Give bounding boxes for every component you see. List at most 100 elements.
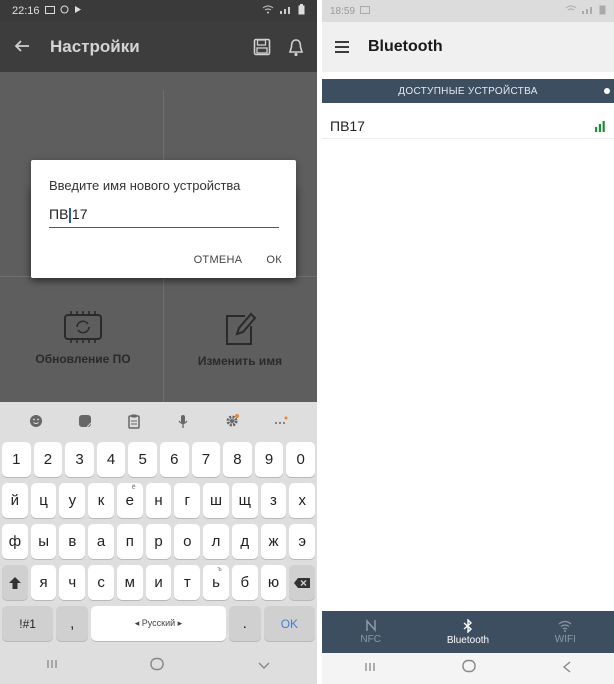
rename-tile[interactable]: Изменить имя bbox=[160, 310, 317, 368]
key[interactable]: о bbox=[174, 524, 201, 559]
key[interactable]: 8 bbox=[223, 442, 252, 477]
status-bar: 18:59 bbox=[322, 0, 614, 22]
firmware-chip-icon bbox=[64, 311, 102, 343]
clipboard-icon[interactable] bbox=[122, 409, 146, 433]
key[interactable]: и bbox=[145, 565, 172, 600]
nav-item-nfc[interactable]: NFC bbox=[331, 619, 411, 645]
key[interactable]: 3 bbox=[65, 442, 94, 477]
recents-icon[interactable] bbox=[46, 657, 58, 675]
key-char: ь bbox=[212, 574, 220, 591]
app-bar: Bluetooth bbox=[322, 22, 614, 72]
right-phone-screen: 18:59 Bluetooth ДОСТУПНЫЕ УСТРОЙСТВА ПВ1… bbox=[322, 0, 614, 684]
emoji-icon[interactable] bbox=[24, 409, 48, 433]
shift-key[interactable] bbox=[2, 565, 28, 600]
nfc-icon bbox=[365, 619, 376, 632]
key[interactable]: ч bbox=[59, 565, 86, 600]
key[interactable]: к bbox=[88, 483, 114, 518]
input-text-before-caret: ПВ bbox=[49, 206, 69, 222]
nav-item-wifi[interactable]: WIFI bbox=[525, 620, 605, 645]
key[interactable]: х bbox=[289, 483, 316, 518]
back-arrow-icon[interactable] bbox=[4, 37, 40, 58]
key[interactable]: д bbox=[231, 524, 258, 559]
gallery-icon bbox=[44, 5, 55, 17]
tab-label: ДОСТУПНЫЕ УСТРОЙСТВА bbox=[398, 85, 538, 97]
tile-label: Изменить имя bbox=[197, 354, 283, 368]
bell-icon[interactable] bbox=[283, 34, 309, 60]
key[interactable]: э bbox=[289, 524, 316, 559]
device-name-input[interactable]: ПВ 17 bbox=[49, 204, 279, 228]
signal-strength-icon bbox=[595, 120, 605, 132]
more-options-icon[interactable] bbox=[269, 409, 293, 433]
nav-item-bluetooth[interactable]: Bluetooth bbox=[428, 618, 508, 646]
key[interactable]: ц bbox=[30, 483, 57, 518]
key[interactable]: 4 bbox=[96, 442, 126, 477]
text-caret bbox=[69, 207, 71, 223]
key-with-alt[interactable]: ъь bbox=[203, 565, 229, 600]
key[interactable]: ж bbox=[260, 524, 287, 559]
system-nav-bar bbox=[0, 648, 317, 684]
sticker-icon[interactable] bbox=[73, 409, 97, 433]
hamburger-menu-icon[interactable] bbox=[322, 41, 362, 53]
key[interactable]: з bbox=[260, 483, 287, 518]
key[interactable]: 6 bbox=[159, 442, 189, 477]
key[interactable]: у bbox=[59, 483, 86, 518]
key[interactable]: л bbox=[203, 524, 229, 559]
ok-button[interactable]: ОК bbox=[266, 254, 282, 266]
key[interactable]: п bbox=[116, 524, 143, 559]
available-devices-tab[interactable]: ДОСТУПНЫЕ УСТРОЙСТВА bbox=[322, 79, 614, 103]
microphone-icon[interactable] bbox=[171, 409, 195, 433]
key[interactable]: 0 bbox=[286, 442, 315, 477]
key[interactable]: ы bbox=[30, 524, 57, 559]
save-icon[interactable] bbox=[249, 34, 275, 60]
space-key[interactable]: ◂ Русский ▸ bbox=[91, 606, 226, 641]
left-phone-screen: 22:16 Настройки Обновление ПО Изменить и… bbox=[0, 0, 317, 684]
wifi-icon bbox=[558, 620, 572, 632]
period-key[interactable]: . bbox=[228, 606, 261, 641]
symbols-key[interactable]: !#1 bbox=[2, 606, 54, 641]
key[interactable]: ш bbox=[203, 483, 229, 518]
dialog-title: Введите имя нового устройства bbox=[49, 178, 241, 193]
status-time: 18:59 bbox=[330, 5, 356, 17]
key[interactable]: р bbox=[145, 524, 172, 559]
back-icon[interactable] bbox=[562, 660, 572, 678]
home-icon[interactable] bbox=[461, 659, 477, 678]
hide-keyboard-icon[interactable] bbox=[257, 657, 271, 675]
home-icon[interactable] bbox=[149, 657, 165, 676]
key[interactable]: н bbox=[145, 483, 172, 518]
device-name: ПВ17 bbox=[330, 117, 365, 134]
key[interactable]: м bbox=[116, 565, 143, 600]
key[interactable]: с bbox=[88, 565, 114, 600]
key[interactable]: 2 bbox=[33, 442, 63, 477]
key[interactable]: г bbox=[174, 483, 201, 518]
key[interactable]: 5 bbox=[128, 442, 157, 477]
key[interactable]: й bbox=[2, 483, 28, 518]
cancel-button[interactable]: ОТМЕНА bbox=[194, 254, 243, 266]
recents-icon[interactable] bbox=[364, 660, 376, 678]
shift-arrow-icon bbox=[8, 576, 21, 589]
keyboard-ok-key[interactable]: OK bbox=[263, 606, 315, 641]
backspace-key[interactable] bbox=[289, 565, 316, 600]
firmware-update-tile[interactable]: Обновление ПО bbox=[3, 310, 163, 366]
input-text-after-caret: 17 bbox=[71, 206, 88, 222]
bluetooth-icon bbox=[463, 618, 473, 633]
keyboard-row-bottom: !#1 , ◂ Русский ▸ . OK bbox=[2, 606, 315, 641]
key[interactable]: 9 bbox=[254, 442, 284, 477]
device-list-item[interactable]: ПВ17 bbox=[322, 113, 614, 139]
key[interactable]: а bbox=[88, 524, 114, 559]
key[interactable]: ф bbox=[2, 524, 28, 559]
status-bar: 22:16 bbox=[0, 0, 317, 22]
key[interactable]: б bbox=[231, 565, 258, 600]
key-alt-char: ё bbox=[131, 484, 136, 491]
signal-icon bbox=[581, 5, 595, 17]
key[interactable]: т bbox=[174, 565, 201, 600]
key[interactable]: 1 bbox=[2, 442, 31, 477]
key[interactable]: я bbox=[30, 565, 57, 600]
key[interactable]: ю bbox=[260, 565, 287, 600]
page-title: Bluetooth bbox=[368, 38, 443, 55]
comma-key[interactable]: , bbox=[56, 606, 89, 641]
key[interactable]: в bbox=[59, 524, 86, 559]
key[interactable]: 7 bbox=[191, 442, 221, 477]
settings-gear-icon[interactable] bbox=[220, 409, 244, 433]
key[interactable]: щ bbox=[231, 483, 258, 518]
key-with-alt[interactable]: ёе bbox=[116, 483, 143, 518]
